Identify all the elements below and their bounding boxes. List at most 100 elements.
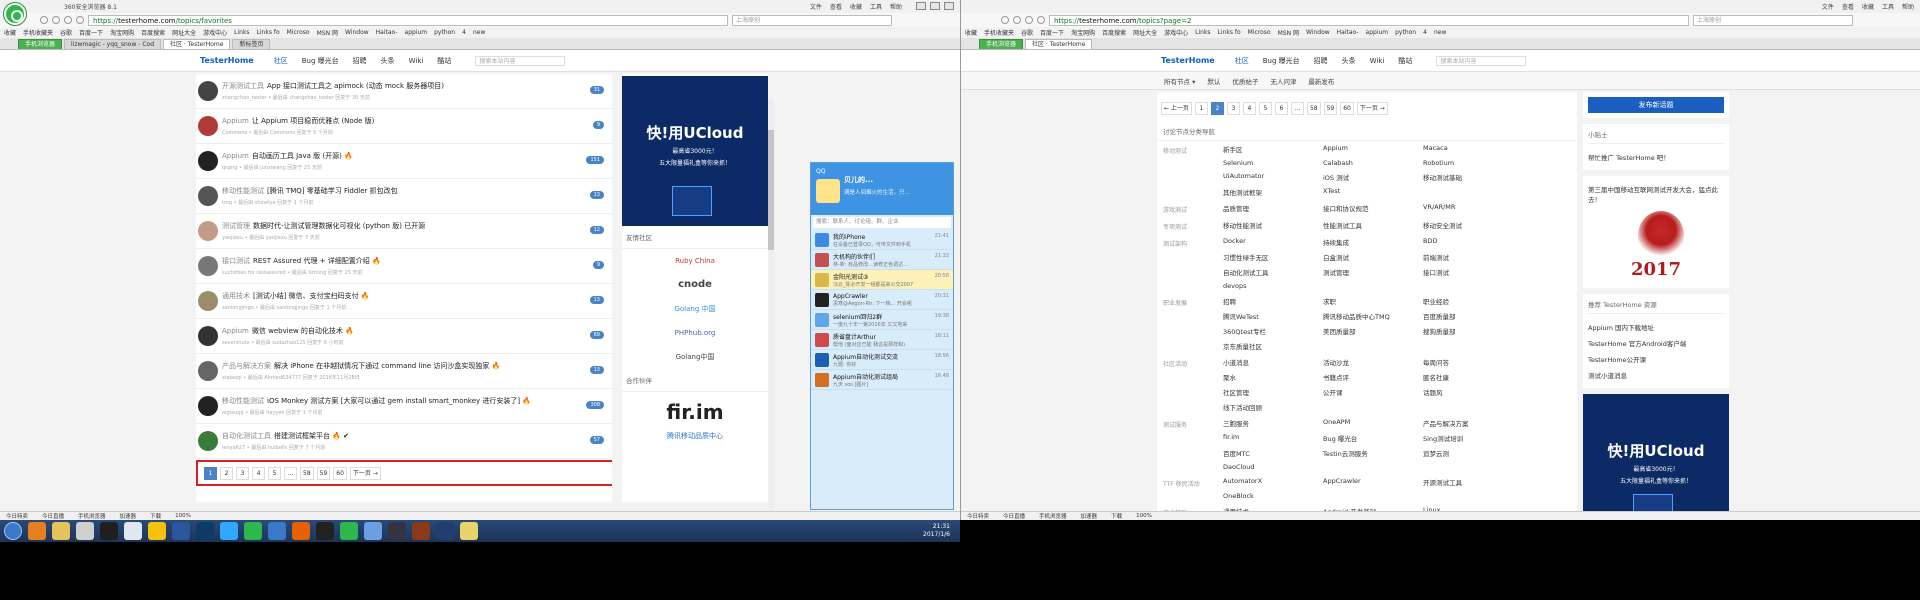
avatar[interactable] (198, 186, 218, 206)
topic-title[interactable]: 通用技术 [测试小结] 微信、支付宝扫码支付 🔥 (222, 291, 370, 301)
avatar[interactable] (198, 361, 218, 381)
category-node-link[interactable]: 移动安全测试 (1423, 220, 1523, 231)
page-link[interactable]: 1 (1194, 101, 1208, 115)
nav-jobs[interactable]: 招聘 (353, 56, 367, 66)
nav-jobs[interactable]: 招聘 (1314, 56, 1328, 66)
status-item[interactable]: 100% (1136, 513, 1152, 519)
category-node-link[interactable]: 聚水 (1223, 372, 1323, 382)
topic-title-text[interactable]: REST Assured 代理 + 详细配置介绍 🔥 (253, 257, 381, 265)
menu-file[interactable]: 文件 (1822, 2, 1834, 11)
category-node-link[interactable]: devops (1223, 282, 1323, 290)
topic-node[interactable]: 测试管理 (222, 222, 250, 230)
bookmark-item[interactable]: Links (1195, 29, 1210, 36)
status-item[interactable]: 下载 (1111, 512, 1122, 520)
bookmark-item[interactable]: appium (1366, 29, 1389, 36)
bookmark-item[interactable]: Microso (1248, 29, 1271, 36)
status-item[interactable]: 手机浏览器 (78, 512, 106, 520)
category-node-link[interactable]: 接口和协议规范 (1323, 203, 1423, 214)
category-node-link[interactable] (1323, 341, 1423, 351)
avatar[interactable] (198, 431, 218, 451)
bookmark-item[interactable]: 百度搜索 (141, 28, 165, 37)
nav-community[interactable]: 社区 (1235, 56, 1249, 66)
filter-tab[interactable]: 最新发布 (1308, 76, 1334, 86)
topic-title[interactable]: 移动性能测试 [腾讯 TMQ] 零基础学习 Fiddler 抓包改包 (222, 186, 398, 196)
friend-phphub[interactable]: PHPhub.org (622, 321, 768, 345)
avatar[interactable] (198, 151, 218, 171)
status-item[interactable]: 今日特卖 (967, 512, 989, 520)
topic-node[interactable]: 开源测试工具 (222, 82, 264, 90)
topic-title[interactable]: 移动性能测试 iOS Monkey 测试方案 [大家可以通过 gem instal… (222, 396, 531, 406)
category-node-link[interactable]: fir.im (1223, 433, 1323, 443)
filter-tab[interactable]: 默认 (1207, 76, 1220, 86)
forward-icon[interactable] (1013, 16, 1021, 24)
category-node-link[interactable]: 移动测试基础 (1423, 172, 1523, 182)
browser-tab[interactable]: 手机浏览器 (18, 39, 63, 49)
category-node-link[interactable]: 新手区 (1223, 144, 1323, 154)
avatar[interactable] (198, 256, 218, 276)
page-link[interactable]: 1 (204, 466, 217, 480)
category-node-link[interactable]: 百度MTC (1223, 448, 1323, 458)
browser-tab[interactable]: lizwmagic - yqq_snow - Cod (64, 39, 162, 49)
site-search-input[interactable]: 搜索本站内容 (1436, 55, 1527, 66)
category-node-link[interactable] (1323, 282, 1423, 290)
qq-conversation-item[interactable]: 质省盘计Arthur 帮他 (面对应已能 我这是那样和) 18:11 (811, 330, 953, 350)
page-link[interactable]: 下一页 → (1356, 101, 1388, 115)
resource-public-class[interactable]: TesterHome公开课 (1588, 351, 1724, 367)
bookmark-item[interactable]: 淘宝网购 (110, 28, 134, 37)
category-node-link[interactable]: Sing测试培训 (1423, 433, 1523, 443)
category-node-link[interactable] (1423, 463, 1523, 471)
qq-conversation-item[interactable]: 金阳光测试③ 冯云_陈必开发一组都是来公交2007 20:58 (811, 270, 953, 290)
topic-node[interactable]: 移动性能测试 (222, 187, 264, 195)
bookmark-item[interactable]: 收藏 (4, 28, 16, 37)
site-search-input[interactable]: 搜索本站内容 (475, 55, 566, 66)
table-row[interactable]: Appium 微信 webview 的自动化技术 🔥 seveninutx • 最后… (196, 319, 612, 354)
bookmark-item[interactable]: python (1395, 29, 1416, 36)
category-node-link[interactable]: 习惯性绿手无区 (1223, 252, 1323, 262)
category-node-link[interactable] (1423, 282, 1523, 290)
topic-node[interactable]: 产品与解决方案 (222, 362, 271, 370)
resource-news[interactable]: 测试小道消息 (1588, 367, 1724, 383)
home-icon[interactable] (76, 16, 84, 24)
topic-node[interactable]: Appium (222, 327, 249, 335)
table-row[interactable]: 接口测试 REST Assured 代理 + 详细配置介绍 🔥 suchitbao … (196, 249, 612, 284)
category-node-link[interactable]: 活动沙龙 (1323, 357, 1423, 367)
category-node-link[interactable] (1423, 187, 1523, 197)
qq-search-input[interactable]: 搜索：联系人、讨论组、群、企业 (813, 217, 951, 228)
status-item[interactable]: 今日直播 (1003, 512, 1025, 520)
browser-tab[interactable]: 社区 · TesterHome (1025, 39, 1093, 49)
page-link[interactable]: 58 (300, 466, 314, 480)
category-node-link[interactable]: Calabash (1323, 159, 1423, 167)
nav-bugs[interactable]: Bug 曝光台 (302, 56, 339, 66)
taskbar-app-icon[interactable] (220, 522, 238, 540)
avatar[interactable] (198, 116, 218, 136)
topic-title[interactable]: 测试管理 数据时代-让测试管理数据化可视化 (python 版) 已开源 (222, 221, 425, 231)
page-link[interactable]: ← 上一页 (1161, 101, 1192, 115)
bookmark-item[interactable]: Haitao- (1337, 29, 1359, 36)
taskbar-app-icon[interactable] (100, 522, 118, 540)
category-node-link[interactable]: UiAutomator (1223, 172, 1323, 182)
page-link[interactable]: 5 (268, 466, 281, 480)
refresh-icon[interactable] (64, 16, 72, 24)
category-node-link[interactable] (1323, 463, 1423, 471)
event-link[interactable]: 第三届中国移动互联网测试开发大会，猛点此去！ (1588, 181, 1724, 207)
category-node-link[interactable]: 公开课 (1323, 387, 1423, 397)
menu-tools[interactable]: 工具 (1882, 2, 1894, 11)
partner-firim[interactable]: fir.im (622, 392, 768, 424)
topic-node[interactable]: 自动化测试工具 (222, 432, 271, 440)
menu-favorites[interactable]: 收藏 (850, 2, 862, 11)
category-node-link[interactable]: 匿名社康 (1423, 372, 1523, 382)
bookmark-item[interactable]: 手机收藏夹 (23, 28, 53, 37)
bookmark-item[interactable]: Haitao- (376, 29, 398, 36)
category-node-link[interactable]: XTest (1323, 187, 1423, 197)
home-icon[interactable] (1037, 16, 1045, 24)
ucloud-ad[interactable]: 快!用UCloud 最高省3000元！ 五大限量福礼盒等你来抓！ (622, 76, 768, 226)
taskbar-app-icon[interactable] (28, 522, 46, 540)
category-node-link[interactable]: 前端测试 (1423, 252, 1523, 262)
topic-title-text[interactable]: 搭建测试框架平台 🔥 ✔ (274, 432, 349, 440)
menu-tools[interactable]: 工具 (870, 2, 882, 11)
search-input-right[interactable]: 上海原创 (1693, 14, 1853, 26)
browser-tab[interactable]: 社区 · TesterHome (163, 39, 231, 49)
page-link[interactable]: ... (1290, 101, 1304, 115)
site-logo[interactable]: TesterHome (1161, 56, 1215, 65)
qq-conversation-item[interactable]: Appium自动化测试交流 九题: 你好 18:56 (811, 350, 953, 370)
